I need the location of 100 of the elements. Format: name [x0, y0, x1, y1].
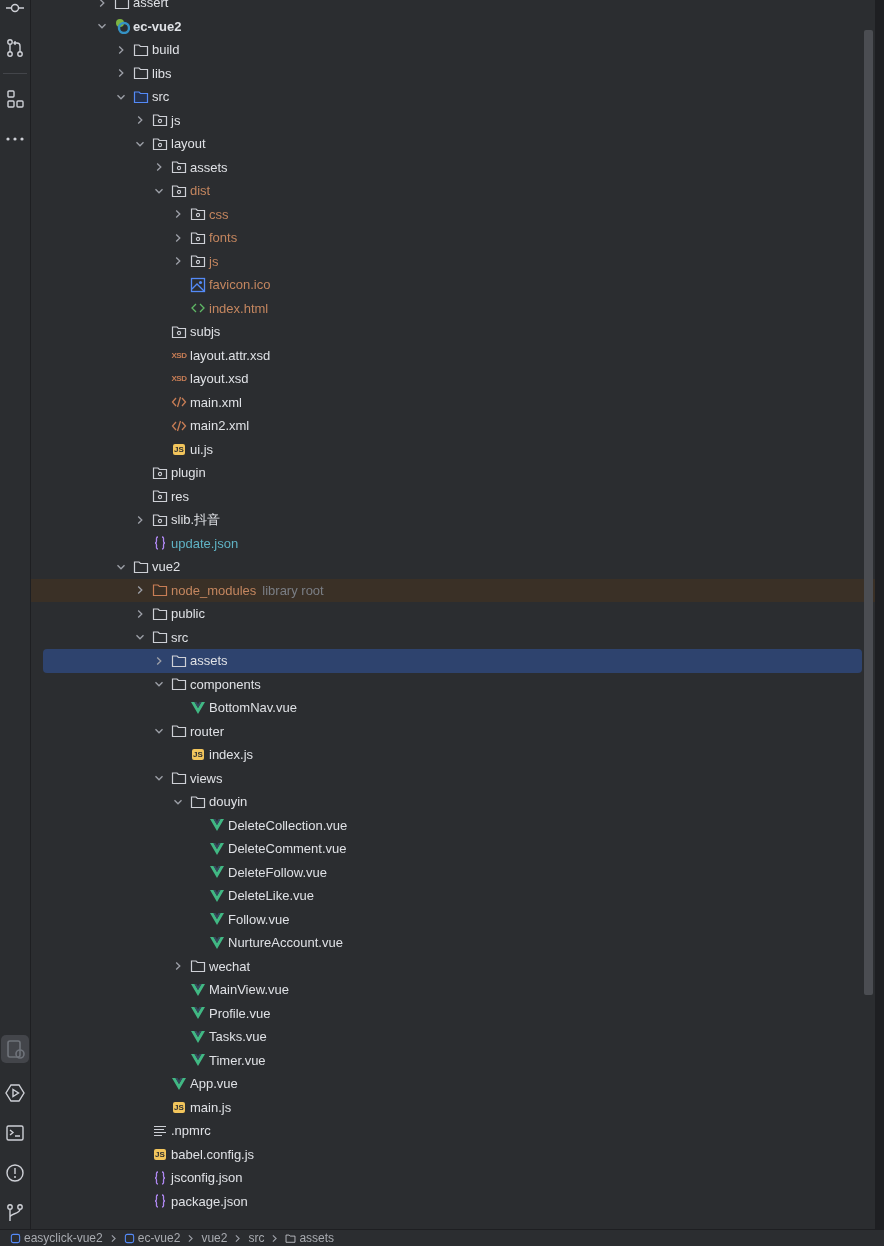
scrollbar-thumb[interactable]: [864, 30, 873, 995]
chevron-right-icon[interactable]: [116, 44, 126, 55]
tree-row[interactable]: views: [31, 766, 875, 790]
pull-request-icon[interactable]: [5, 38, 25, 58]
folder-icon: [133, 88, 149, 105]
tree-row[interactable]: JS ui.js: [31, 437, 875, 461]
breadcrumb-item[interactable]: src: [248, 1231, 265, 1245]
tree-row[interactable]: main2.xml: [31, 414, 875, 438]
tree-row[interactable]: js: [31, 249, 875, 273]
chevron-right-icon[interactable]: [154, 162, 164, 173]
tree-row[interactable]: DeleteComment.vue: [31, 837, 875, 861]
tree-row[interactable]: node_modules library root: [31, 578, 875, 602]
breadcrumb-item[interactable]: ec-vue2: [137, 1231, 181, 1245]
tree-row[interactable]: JS index.js: [31, 743, 875, 767]
package-folder-icon: [152, 488, 168, 505]
chevron-right-icon[interactable]: [116, 68, 126, 79]
problems-icon[interactable]: [5, 1163, 25, 1183]
folder-icon: [171, 723, 187, 740]
run-icon[interactable]: [5, 1083, 25, 1103]
tree-row[interactable]: components: [31, 672, 875, 696]
tree-row[interactable]: jsconfig.json: [31, 1166, 875, 1190]
tree-row[interactable]: ec-vue2: [31, 14, 875, 38]
tree-row[interactable]: fonts: [31, 226, 875, 250]
tree-row[interactable]: layout: [31, 132, 875, 156]
tree-row[interactable]: src: [31, 85, 875, 109]
file-name: favicon.ico: [209, 277, 271, 293]
breadcrumb-item[interactable]: vue2: [201, 1231, 228, 1245]
file-name: assets: [190, 653, 228, 669]
tree-row[interactable]: Timer.vue: [31, 1048, 875, 1072]
tree-row[interactable]: slib.抖音: [31, 508, 875, 532]
tree-row[interactable]: BottomNav.vue: [31, 696, 875, 720]
tree-row[interactable]: res: [31, 484, 875, 508]
file-name: package.json: [171, 1193, 248, 1209]
tree-row[interactable]: Profile.vue: [31, 1001, 875, 1025]
tree-row[interactable]: JS babel.config.js: [31, 1142, 875, 1166]
tree-row[interactable]: subjs: [31, 320, 875, 344]
file-name: slib.抖音: [171, 510, 221, 529]
file-name: .npmrc: [171, 1123, 211, 1139]
tree-row[interactable]: Follow.vue: [31, 907, 875, 931]
file-name: views: [190, 770, 223, 786]
tree-row[interactable]: js: [31, 108, 875, 132]
structure-icon[interactable]: [5, 89, 25, 109]
file-name: main2.xml: [190, 418, 250, 434]
chevron-right-icon[interactable]: [154, 655, 164, 666]
tree-row[interactable]: .npmrc: [31, 1119, 875, 1143]
chevron-right-icon[interactable]: [135, 115, 145, 126]
tree-row[interactable]: MainView.vue: [31, 978, 875, 1002]
chevron-right-icon[interactable]: [97, 0, 107, 8]
tree-row[interactable]: vue2: [31, 555, 875, 579]
tree-row[interactable]: index.html: [31, 296, 875, 320]
breadcrumb-item[interactable]: easyclick-vue2: [24, 1231, 103, 1245]
tree-row[interactable]: build: [31, 38, 875, 62]
tree-row[interactable]: DeleteCollection.vue: [31, 813, 875, 837]
tree-row[interactable]: package.json: [31, 1189, 875, 1213]
tree-row[interactable]: plugin: [31, 461, 875, 485]
tree-row[interactable]: Tasks.vue: [31, 1025, 875, 1049]
tree-row[interactable]: douyin: [31, 790, 875, 814]
tree-row[interactable]: update.json: [31, 531, 875, 555]
tree-row[interactable]: router: [31, 719, 875, 743]
tree-row[interactable]: DeleteFollow.vue: [31, 860, 875, 884]
tree-row[interactable]: dist: [31, 179, 875, 203]
file-name: vue2: [152, 559, 181, 575]
file-name: router: [190, 723, 224, 739]
tree-row[interactable]: DeleteLike.vue: [31, 884, 875, 908]
tree-row[interactable]: favicon.ico: [31, 273, 875, 297]
tree-row[interactable]: libs: [31, 61, 875, 85]
tree-row[interactable]: App.vue: [31, 1072, 875, 1096]
clipboard-icon[interactable]: [1, 1035, 29, 1063]
tree-row[interactable]: src: [31, 625, 875, 649]
file-name: res: [171, 488, 190, 504]
chevron-right-icon[interactable]: [173, 209, 183, 220]
package-folder-icon: [171, 323, 187, 340]
chevron-right-icon[interactable]: [135, 585, 145, 596]
chevron-right-icon[interactable]: [173, 961, 183, 972]
tree-row[interactable]: XSD layout.xsd: [31, 367, 875, 391]
chevron-right-icon[interactable]: [135, 514, 145, 525]
file-name: libs: [152, 65, 172, 81]
terminal-icon[interactable]: [5, 1123, 25, 1143]
file-name: node_modules: [171, 582, 257, 598]
chevron-right-icon[interactable]: [173, 232, 183, 243]
tree-row[interactable]: XSD layout.attr.xsd: [31, 343, 875, 367]
tree-row[interactable]: public: [31, 602, 875, 626]
chevron-right-icon[interactable]: [173, 256, 183, 267]
tree-row[interactable]: css: [31, 202, 875, 226]
file-name: main.js: [190, 1099, 232, 1115]
tree-row[interactable]: NurtureAccount.vue: [31, 931, 875, 955]
file-name: index.js: [209, 747, 254, 763]
tree-row[interactable]: JS main.js: [31, 1095, 875, 1119]
file-name: assets: [190, 159, 228, 175]
image-icon: [190, 276, 206, 293]
tree-row[interactable]: assets: [31, 155, 875, 179]
file-name: DeleteCollection.vue: [228, 817, 348, 833]
file-name: NurtureAccount.vue: [228, 935, 343, 951]
tree-row[interactable]: main.xml: [31, 390, 875, 414]
branch-icon[interactable]: [5, 1203, 25, 1223]
package-folder-icon: [190, 253, 206, 270]
tree-row[interactable]: assets: [43, 649, 862, 673]
chevron-right-icon[interactable]: [135, 608, 145, 619]
tree-row[interactable]: wechat: [31, 954, 875, 978]
breadcrumb-item[interactable]: assets: [299, 1231, 335, 1245]
